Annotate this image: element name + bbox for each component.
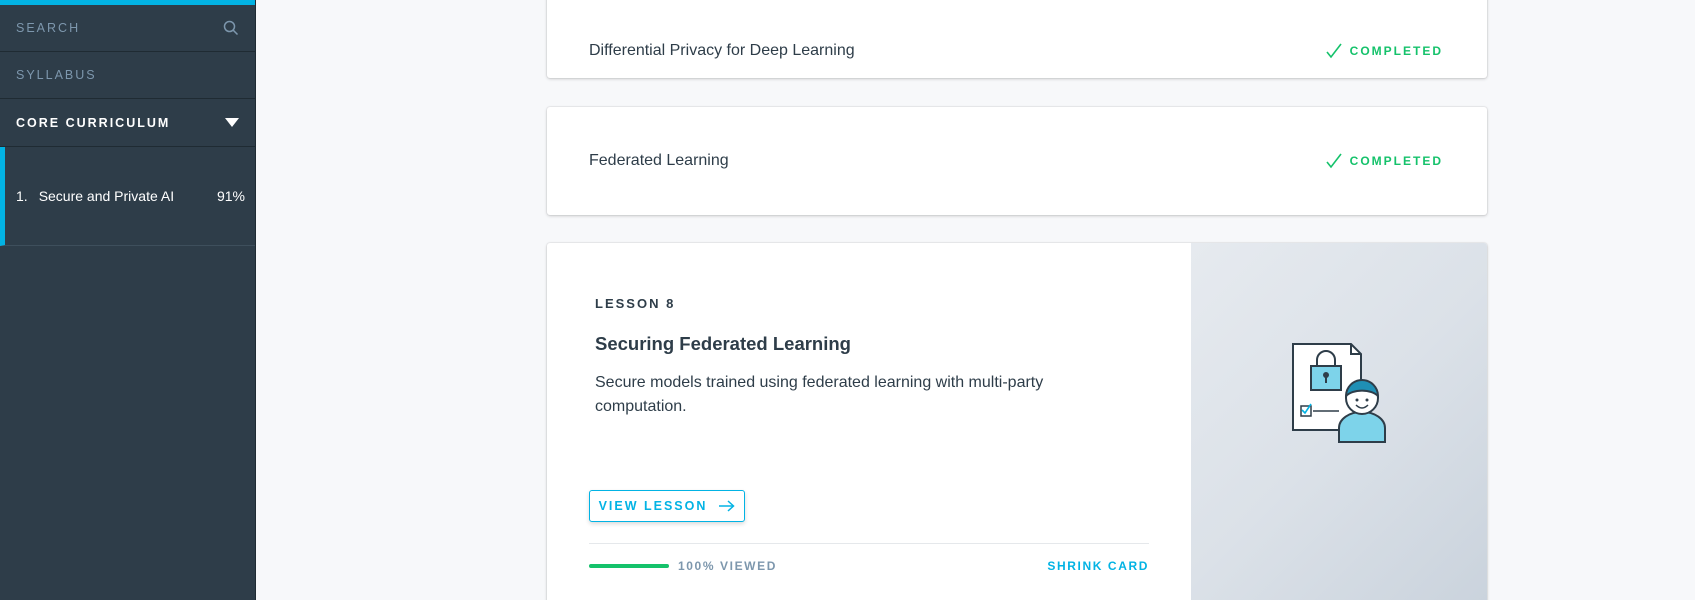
progress-bar-fill	[589, 564, 669, 568]
section-label: CORE CURRICULUM	[16, 115, 171, 130]
search-bar[interactable]: SEARCH	[0, 5, 255, 52]
viewed-label: 100% VIEWED	[678, 559, 777, 573]
card-title: Federated Learning	[589, 152, 729, 169]
progress-bar	[589, 564, 669, 568]
lesson-progress-row: 100% VIEWED SHRINK CARD	[589, 559, 1149, 573]
secure-document-user-illustration	[1292, 342, 1386, 443]
sidebar-item-secure-and-private-ai[interactable]: 1. Secure and Private AI 91%	[0, 147, 255, 246]
lesson-card-federated-learning[interactable]: Federated Learning COMPLETED	[547, 107, 1487, 215]
lesson-card-content: LESSON 8 Securing Federated Learning Sec…	[547, 243, 1191, 600]
syllabus-link[interactable]: SYLLABUS	[0, 52, 255, 99]
view-lesson-button[interactable]: VIEW LESSON	[589, 490, 745, 522]
completed-badge: COMPLETED	[1326, 153, 1443, 169]
search-label: SEARCH	[16, 21, 81, 35]
lesson-card-differential-privacy[interactable]: Differential Privacy for Deep Learning C…	[547, 0, 1487, 78]
completed-badge: COMPLETED	[1326, 43, 1443, 59]
lesson-description: Secure models trained using federated le…	[595, 374, 1044, 415]
sidebar-item-label: Secure and Private AI	[38, 188, 175, 204]
arrow-right-icon	[719, 500, 736, 512]
card-title: Differential Privacy for Deep Learning	[589, 42, 855, 59]
syllabus-label: SYLLABUS	[16, 68, 97, 82]
core-curriculum-toggle[interactable]: CORE CURRICULUM	[0, 99, 255, 147]
lesson-title: Securing Federated Learning	[595, 333, 851, 354]
lesson-card-securing-federated-learning: LESSON 8 Securing Federated Learning Sec…	[547, 243, 1487, 600]
view-lesson-label: VIEW LESSON	[598, 499, 708, 513]
search-icon[interactable]	[223, 20, 239, 36]
completed-label: COMPLETED	[1349, 154, 1443, 168]
completed-label: COMPLETED	[1349, 44, 1443, 58]
shrink-card-button[interactable]: SHRINK CARD	[1047, 559, 1149, 573]
checkmark-icon	[1326, 153, 1342, 169]
lesson-illustration-panel	[1191, 243, 1487, 600]
lesson-number-label: LESSON 8	[595, 296, 676, 311]
caret-down-icon	[225, 117, 239, 127]
card-divider	[589, 543, 1149, 544]
checkmark-icon	[1326, 43, 1342, 59]
lesson-number: 1.	[16, 188, 28, 204]
sidebar: SEARCH SYLLABUS CORE CURRICULUM 1. Secur…	[0, 0, 256, 600]
lesson-progress-percent: 91%	[216, 188, 245, 204]
